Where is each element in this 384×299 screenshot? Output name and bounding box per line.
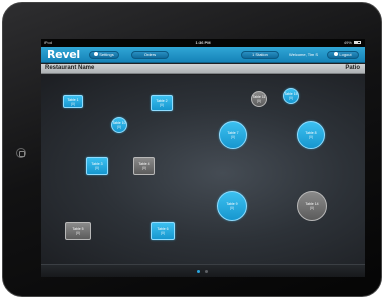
table-4[interactable]: Table 4 (0) xyxy=(133,157,155,175)
table-guest-count: (0) xyxy=(116,125,122,129)
table-14[interactable]: Table 14 (0) xyxy=(297,191,327,221)
clock: 1:36 PM xyxy=(195,40,211,45)
table-guest-count: (0) xyxy=(309,206,315,210)
table-11[interactable]: Table 11 (0) xyxy=(251,91,267,107)
table-1[interactable]: Table 1 (0) xyxy=(63,95,83,108)
table-guest-count: (0) xyxy=(229,206,235,210)
table-guest-count: (0) xyxy=(230,135,236,139)
app-screen: iPod 1:36 PM 49% Revel Settings Orders 1… xyxy=(41,39,365,277)
logout-button[interactable]: Logout xyxy=(327,51,359,59)
floor-header: Restaurant Name Patio xyxy=(41,64,365,74)
table-8[interactable]: Table 8 (0) xyxy=(297,121,325,149)
table-guest-count: (0) xyxy=(159,103,165,107)
table-15[interactable]: Table 15 (0) xyxy=(283,88,299,104)
table-guest-count: (0) xyxy=(94,166,100,170)
table-guest-count: (0) xyxy=(288,96,294,100)
page-indicator-1[interactable] xyxy=(197,270,200,273)
area-name: Patio xyxy=(345,65,360,71)
top-navbar: Revel Settings Orders 1 Station Welcome,… xyxy=(41,47,365,63)
table-3[interactable]: Table 3 (0) xyxy=(86,157,108,175)
station-button[interactable]: 1 Station xyxy=(241,51,279,59)
bottom-bar xyxy=(41,264,365,277)
status-bar: iPod 1:36 PM 49% xyxy=(41,39,365,47)
floor-plan: Table 1 (0) Table 2 (0) Table 10 (0) Tab… xyxy=(41,75,365,264)
table-7[interactable]: Table 7 (0) xyxy=(219,121,247,149)
orders-button[interactable]: Orders xyxy=(131,51,169,59)
battery-percent: 49% xyxy=(343,40,352,45)
table-guest-count: (0) xyxy=(141,166,147,170)
restaurant-name: Restaurant Name xyxy=(45,65,95,71)
settings-label: Settings xyxy=(99,52,114,57)
table-10[interactable]: Table 10 (0) xyxy=(111,117,127,133)
table-guest-count: (0) xyxy=(160,231,166,235)
settings-button[interactable]: Settings xyxy=(89,51,119,59)
welcome-text: Welcome, Tim S xyxy=(289,52,319,57)
table-guest-count: (0) xyxy=(256,99,262,103)
table-guest-count: (0) xyxy=(70,101,76,106)
logout-label: Logout xyxy=(339,52,352,57)
table-guest-count: (0) xyxy=(75,231,81,235)
table-guest-count: (0) xyxy=(308,135,314,139)
table-9[interactable]: Table 9 (0) xyxy=(217,191,247,221)
battery-icon xyxy=(354,41,361,45)
brand-logo: Revel xyxy=(47,48,80,61)
page-indicator-2[interactable] xyxy=(205,270,208,273)
station-label: 1 Station xyxy=(252,52,268,57)
table-2[interactable]: Table 2 (0) xyxy=(151,95,173,111)
home-button[interactable] xyxy=(16,148,26,158)
gear-icon xyxy=(94,51,99,56)
orders-label: Orders xyxy=(143,52,157,57)
power-icon xyxy=(334,51,339,56)
table-6[interactable]: Table 6 (0) xyxy=(151,222,175,240)
ipad-frame: iPod 1:36 PM 49% Revel Settings Orders 1… xyxy=(2,2,382,297)
table-5[interactable]: Table 5 (0) xyxy=(65,222,91,240)
battery-indicator: 49% xyxy=(344,39,361,47)
